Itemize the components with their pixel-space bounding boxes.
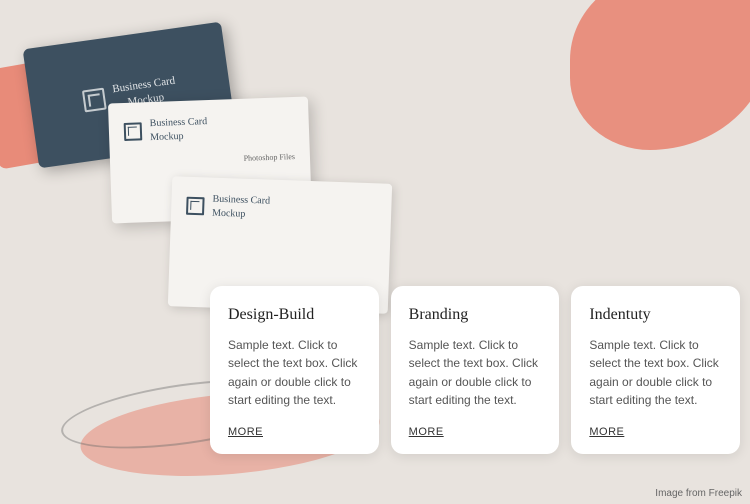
card-white-logo-icon bbox=[124, 122, 143, 141]
service-cards-row: Design-Build Sample text. Click to selec… bbox=[210, 286, 740, 484]
service-card-indentuty: Indentuty Sample text. Click to select t… bbox=[571, 286, 740, 454]
service-card-design-build-text: Sample text. Click to select the text bo… bbox=[228, 336, 361, 410]
attribution-label: Image from Freepik bbox=[655, 488, 742, 499]
service-card-indentuty-more[interactable]: MORE bbox=[589, 426, 722, 438]
card-dark-logo-icon bbox=[82, 88, 107, 113]
service-card-branding-more[interactable]: MORE bbox=[409, 426, 542, 438]
decorative-shape-top-right bbox=[570, 0, 750, 150]
service-card-design-build: Design-Build Sample text. Click to selec… bbox=[210, 286, 379, 454]
service-card-branding-text: Sample text. Click to select the text bo… bbox=[409, 336, 542, 410]
service-card-design-build-title: Design-Build bbox=[228, 306, 361, 324]
service-card-branding: Branding Sample text. Click to select th… bbox=[391, 286, 560, 454]
card-white-title: Business CardMockup bbox=[149, 115, 207, 145]
card-mockup-area: Business CardMockup Business CardMockup … bbox=[20, 20, 440, 300]
card-flat-logo-icon bbox=[186, 197, 205, 216]
service-card-indentuty-text: Sample text. Click to select the text bo… bbox=[589, 336, 722, 410]
card-white-subtitle: Photoshop Files bbox=[243, 152, 295, 163]
card-flat-title: Business CardMockup bbox=[212, 193, 270, 223]
attribution-text: Image from Freepik bbox=[655, 488, 742, 499]
background: Business CardMockup Business CardMockup … bbox=[0, 0, 750, 504]
service-card-branding-title: Branding bbox=[409, 306, 542, 324]
service-card-indentuty-title: Indentuty bbox=[589, 306, 722, 324]
service-card-design-build-more[interactable]: MORE bbox=[228, 426, 361, 438]
